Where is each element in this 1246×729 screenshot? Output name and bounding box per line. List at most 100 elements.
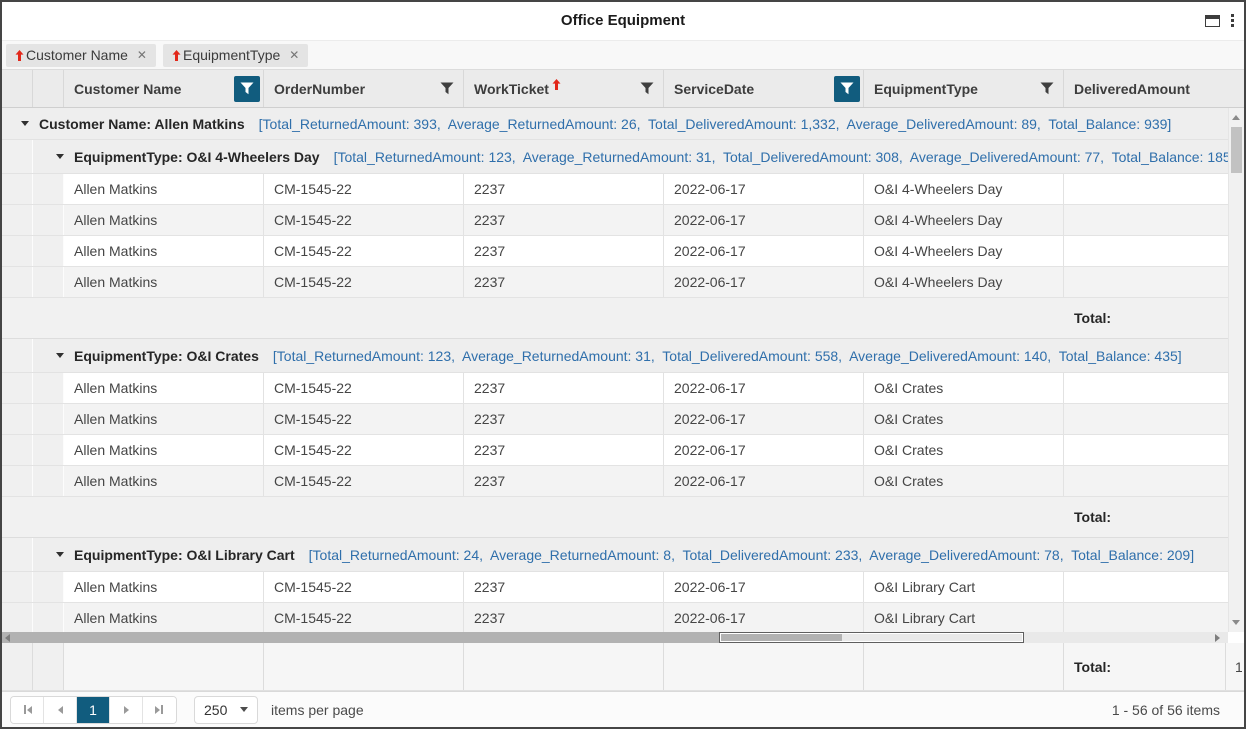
collapse-icon[interactable] bbox=[56, 353, 64, 358]
close-icon[interactable]: ✕ bbox=[289, 48, 299, 62]
footer-cell bbox=[464, 643, 664, 690]
collapse-icon[interactable] bbox=[56, 552, 64, 557]
sort-asc-icon bbox=[552, 79, 561, 90]
next-page-button[interactable] bbox=[110, 697, 143, 723]
table-cell: 2022-06-17 bbox=[664, 174, 864, 204]
table-cell: CM-1545-22 bbox=[264, 174, 464, 204]
table-cell: Allen Matkins bbox=[64, 236, 264, 266]
group-total-label: Total: bbox=[1074, 509, 1111, 525]
column-header-deliveredamount[interactable]: DeliveredAmount bbox=[1064, 70, 1244, 107]
table-cell: 2237 bbox=[464, 174, 664, 204]
table-row[interactable]: Allen MatkinsCM-1545-2222372022-06-17O&I… bbox=[2, 236, 1228, 267]
grand-total-row: Total: 1 bbox=[2, 643, 1244, 691]
header-spacer-cell bbox=[33, 70, 64, 107]
table-cell: Allen Matkins bbox=[64, 174, 264, 204]
table-cell bbox=[1064, 466, 1228, 496]
previous-page-button[interactable] bbox=[44, 697, 77, 723]
table-cell: 2237 bbox=[464, 373, 664, 403]
table-cell: O&I 4-Wheelers Day bbox=[864, 267, 1064, 297]
column-header-label: EquipmentType bbox=[874, 81, 978, 97]
page-size-dropdown[interactable]: 250 bbox=[194, 696, 258, 724]
footer-cell bbox=[664, 643, 864, 690]
table-cell: O&I 4-Wheelers Day bbox=[864, 174, 1064, 204]
table-cell: Allen Matkins bbox=[64, 404, 264, 434]
last-page-button[interactable] bbox=[143, 697, 176, 723]
row-indent-cell bbox=[33, 404, 64, 434]
filter-icon[interactable] bbox=[634, 76, 660, 102]
window-icon[interactable] bbox=[1205, 15, 1220, 27]
column-header-servicedate[interactable]: ServiceDate bbox=[664, 70, 864, 107]
column-header-workticket[interactable]: WorkTicket bbox=[464, 70, 664, 107]
table-row[interactable]: Allen MatkinsCM-1545-2222372022-06-17O&I… bbox=[2, 174, 1228, 205]
table-cell: 2237 bbox=[464, 404, 664, 434]
kebab-menu-icon[interactable] bbox=[1231, 14, 1234, 27]
previous-page-icon bbox=[58, 706, 63, 714]
table-row[interactable]: Allen MatkinsCM-1545-2222372022-06-17O&I… bbox=[2, 267, 1228, 298]
table-cell: O&I 4-Wheelers Day bbox=[864, 205, 1064, 235]
first-page-button[interactable] bbox=[11, 697, 44, 723]
table-cell: CM-1545-22 bbox=[264, 205, 464, 235]
table-cell: CM-1545-22 bbox=[264, 267, 464, 297]
horizontal-scrollbar-track[interactable] bbox=[2, 632, 842, 643]
column-header-label: Customer Name bbox=[74, 81, 181, 97]
collapse-icon[interactable] bbox=[56, 154, 64, 159]
pager: 1 250 items per page 1 - 56 of 56 items bbox=[2, 691, 1244, 727]
column-header-equipmenttype[interactable]: EquipmentType bbox=[864, 70, 1064, 107]
table-cell: 2022-06-17 bbox=[664, 435, 864, 465]
table-row[interactable]: Allen MatkinsCM-1545-2222372022-06-17O&I… bbox=[2, 205, 1228, 236]
table-cell: O&I Crates bbox=[864, 373, 1064, 403]
filter-icon[interactable] bbox=[834, 76, 860, 102]
table-cell: 2237 bbox=[464, 603, 664, 632]
customer-group-row: Customer Name: Allen Matkins[Total_Retur… bbox=[2, 108, 1228, 140]
table-row[interactable]: Allen MatkinsCM-1545-2222372022-06-17O&I… bbox=[2, 404, 1228, 435]
table-cell: 2022-06-17 bbox=[664, 404, 864, 434]
row-indent-cell bbox=[2, 404, 33, 434]
table-cell: CM-1545-22 bbox=[264, 373, 464, 403]
horizontal-scrollbar-thumb[interactable] bbox=[719, 632, 1024, 643]
table-row[interactable]: Allen MatkinsCM-1545-2222372022-06-17O&I… bbox=[2, 572, 1228, 603]
group-chip-equipmenttype[interactable]: EquipmentType✕ bbox=[163, 44, 308, 67]
footer-total-cell: Total: bbox=[1064, 643, 1226, 690]
row-indent-cell bbox=[2, 174, 33, 204]
scroll-right-icon[interactable] bbox=[1215, 634, 1220, 642]
column-header-label: ServiceDate bbox=[674, 81, 754, 97]
group-row-aggregates: [Total_ReturnedAmount: 24, Average_Retur… bbox=[309, 547, 1194, 563]
vertical-scrollbar[interactable] bbox=[1228, 108, 1244, 632]
page-1-button[interactable]: 1 bbox=[77, 697, 110, 723]
group-total-row: Total: bbox=[2, 298, 1228, 339]
table-cell bbox=[1064, 205, 1228, 235]
group-panel: Customer Name✕ EquipmentType✕ bbox=[2, 40, 1244, 70]
column-header-label: WorkTicket bbox=[474, 81, 549, 97]
table-row[interactable]: Allen MatkinsCM-1545-2222372022-06-17O&I… bbox=[2, 466, 1228, 497]
next-page-icon bbox=[124, 706, 129, 714]
row-indent-cell bbox=[33, 373, 64, 403]
scroll-down-icon[interactable] bbox=[1232, 620, 1240, 625]
table-row[interactable]: Allen MatkinsCM-1545-2222372022-06-17O&I… bbox=[2, 603, 1228, 632]
row-indent-cell bbox=[33, 267, 64, 297]
group-total-label: Total: bbox=[1074, 310, 1111, 326]
table-cell: Allen Matkins bbox=[64, 267, 264, 297]
table-cell bbox=[1064, 267, 1228, 297]
grid-body: Customer Name: Allen Matkins[Total_Retur… bbox=[2, 108, 1228, 632]
footer-clipped-value: 1 bbox=[1235, 659, 1242, 675]
sort-asc-icon bbox=[172, 50, 181, 61]
table-cell: O&I Crates bbox=[864, 404, 1064, 434]
table-row[interactable]: Allen MatkinsCM-1545-2222372022-06-17O&I… bbox=[2, 373, 1228, 404]
table-cell: 2022-06-17 bbox=[664, 267, 864, 297]
filter-icon[interactable] bbox=[434, 76, 460, 102]
table-cell: Allen Matkins bbox=[64, 435, 264, 465]
table-row[interactable]: Allen MatkinsCM-1545-2222372022-06-17O&I… bbox=[2, 435, 1228, 466]
scroll-left-icon[interactable] bbox=[5, 634, 10, 642]
column-header-ordernumber[interactable]: OrderNumber bbox=[264, 70, 464, 107]
row-indent-cell bbox=[33, 236, 64, 266]
group-chip-customer-name[interactable]: Customer Name✕ bbox=[6, 44, 156, 67]
vertical-scrollbar-thumb[interactable] bbox=[1231, 127, 1242, 173]
close-icon[interactable]: ✕ bbox=[137, 48, 147, 62]
scroll-up-icon[interactable] bbox=[1232, 115, 1240, 120]
column-header-customer-name[interactable]: Customer Name bbox=[64, 70, 264, 107]
collapse-icon[interactable] bbox=[21, 121, 29, 126]
filter-icon[interactable] bbox=[1034, 76, 1060, 102]
filter-icon[interactable] bbox=[234, 76, 260, 102]
horizontal-scrollbar[interactable] bbox=[2, 632, 1228, 643]
row-indent-cell bbox=[33, 603, 64, 632]
